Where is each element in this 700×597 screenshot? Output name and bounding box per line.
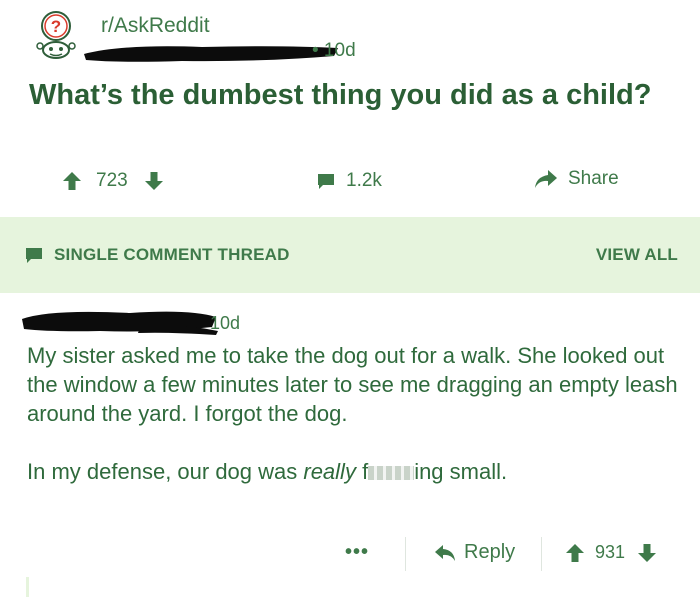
comment-icon [26,248,42,263]
comment-text: f [355,459,369,484]
post-vote-group: 723 [62,170,164,192]
divider [405,537,406,571]
downvote-icon[interactable] [144,171,164,191]
reply-label: Reply [464,541,516,563]
upvote-icon[interactable] [565,543,585,563]
divider [541,537,542,571]
comment-vote-group: 931 [565,542,657,563]
post-action-bar: 723 1.2k Share [0,160,700,210]
comment-vote-count: 931 [595,542,626,562]
thread-label: SINGLE COMMENT THREAD [54,245,290,264]
share-label: Share [568,168,619,189]
single-thread-banner: SINGLE COMMENT THREAD VIEW ALL [0,217,700,293]
comment-age: 10d [210,313,241,333]
comment-text: In my defense, our dog was [27,459,304,484]
comment-action-bar: ••• Reply 931 [0,529,700,579]
redacted-username [84,46,338,62]
comment-paragraph: In my defense, our dog was really f ing s… [27,457,682,486]
comments-count: 1.2k [346,170,382,191]
comment-text: ing small. [414,459,508,484]
comment-icon [318,174,334,189]
view-all-link[interactable]: VIEW ALL [596,245,678,265]
post-vote-count: 723 [96,170,128,191]
reply-button[interactable]: Reply [434,541,515,564]
comment-body: My sister asked me to take the dog out f… [27,341,682,515]
redacted-commenter [22,311,218,335]
subreddit-avatar-icon[interactable]: ? [34,10,78,62]
comments-button[interactable]: 1.2k [316,170,382,192]
downvote-icon[interactable] [637,543,657,563]
reply-icon [435,544,455,561]
upvote-icon[interactable] [62,171,82,191]
share-icon [535,170,557,188]
reddit-post-screen: ? r/AskReddit • 10d What’s the dumbest t… [0,0,700,597]
censor-blur [368,466,415,480]
share-button[interactable]: Share [534,168,619,190]
thread-line [26,577,29,597]
post-age: • 10d [312,40,356,61]
more-options-button[interactable]: ••• [345,541,369,564]
comment-paragraph: My sister asked me to take the dog out f… [27,343,678,426]
subreddit-name[interactable]: r/AskReddit [101,14,210,38]
svg-text:?: ? [51,17,61,36]
post-title[interactable]: What’s the dumbest thing you did as a ch… [29,76,669,114]
emphasized-text: really [303,459,356,484]
post-header: ? r/AskReddit • 10d [24,6,684,66]
comment: 10d My sister asked me to take the dog o… [0,293,700,597]
